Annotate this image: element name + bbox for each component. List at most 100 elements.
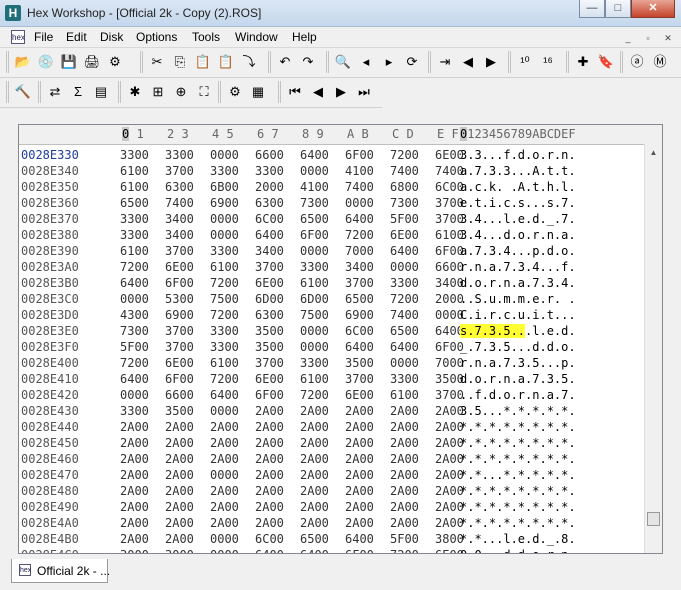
hex-cell[interactable]: 3300 — [300, 260, 329, 274]
hex-cell[interactable]: 2A00 — [210, 436, 239, 450]
hex-cell[interactable]: 6500 — [345, 292, 374, 306]
hex-cell[interactable]: 3400 — [255, 244, 284, 258]
hex-cell[interactable]: 6100 — [300, 276, 329, 290]
hex-cell[interactable]: 2A00 — [390, 484, 419, 498]
hex-row[interactable]: 0028E330 3300 3300 0000 6600 6400 6F00 7200 6E00… — [19, 147, 659, 163]
find-prev-icon[interactable]: ◂ — [356, 52, 376, 72]
hex-cell[interactable]: 3300 — [210, 324, 239, 338]
save-icon[interactable]: 💾 — [59, 52, 79, 72]
hex-cell[interactable]: 6100 — [120, 164, 149, 178]
base-10-icon[interactable]: ¹⁰ — [515, 52, 535, 72]
redo-icon[interactable]: ↷ — [298, 52, 318, 72]
hex-cell[interactable]: 2A00 — [165, 420, 194, 434]
hex-cell[interactable]: 6300 — [255, 308, 284, 322]
hex-cell[interactable]: 2A00 — [210, 500, 239, 514]
hex-cell[interactable]: 2A00 — [120, 420, 149, 434]
hex-row[interactable]: 0028E430 3300 3500 0000 2A00 2A00 2A00 2A00 2A00… — [19, 403, 659, 419]
hex-cell[interactable]: 2A00 — [345, 420, 374, 434]
hex-cell[interactable]: 2A00 — [345, 404, 374, 418]
hex-cell[interactable]: 6400 — [210, 388, 239, 402]
hex-cell[interactable]: 2A00 — [390, 420, 419, 434]
ascii-cell[interactable]: *.*.*.*.*.*.*.*. — [460, 516, 576, 530]
hex-cell[interactable]: 6500 — [300, 212, 329, 226]
hex-cell[interactable]: 6400 — [345, 340, 374, 354]
hex-cell[interactable]: 3300 — [390, 276, 419, 290]
hex-cell[interactable]: 2A00 — [165, 452, 194, 466]
document-icon[interactable]: hex — [11, 30, 25, 44]
hex-cell[interactable]: 0000 — [210, 228, 239, 242]
hex-cell[interactable]: 7400 — [390, 164, 419, 178]
insert-data-icon[interactable]: ⊞ — [148, 82, 168, 102]
hex-cell[interactable]: 6E00 — [390, 228, 419, 242]
hex-cell[interactable]: 6600 — [165, 388, 194, 402]
hex-cell[interactable]: 7500 — [210, 292, 239, 306]
hex-cell[interactable]: 3700 — [255, 260, 284, 274]
hex-cell[interactable]: 0000 — [210, 468, 239, 482]
hex-cell[interactable]: 3700 — [165, 324, 194, 338]
hex-cell[interactable]: 2A00 — [345, 516, 374, 530]
ascii-cell[interactable]: s.7.3.5...l.e.d. — [460, 324, 576, 338]
hex-cell[interactable]: 0000 — [300, 164, 329, 178]
ascii-cell[interactable]: e.t.i.c.s...s.7. — [460, 196, 576, 210]
ascii-cell[interactable]: a.7.3.4...p.d.o. — [460, 244, 576, 258]
hex-cell[interactable]: 6E00 — [345, 388, 374, 402]
hex-cell[interactable]: 0000 — [120, 292, 149, 306]
document-tab[interactable]: hex Official 2k - ... — [11, 559, 110, 583]
ascii-cell[interactable]: *.*...*.*.*.*.*. — [460, 468, 576, 482]
scroll-thumb[interactable] — [647, 512, 660, 526]
open-icon[interactable]: 📂 — [13, 52, 33, 72]
hex-cell[interactable]: 2A00 — [255, 452, 284, 466]
hex-row[interactable]: 0028E4A0 2A00 2A00 2A00 2A00 2A00 2A00 2A00 2A00… — [19, 515, 659, 531]
hex-cell[interactable]: 7200 — [390, 292, 419, 306]
hex-cell[interactable]: 3700 — [165, 164, 194, 178]
hex-cell[interactable]: 6600 — [255, 148, 284, 162]
hex-cell[interactable]: 2A00 — [210, 516, 239, 530]
hex-cell[interactable]: 6400 — [120, 276, 149, 290]
menu-tools[interactable]: Tools — [192, 30, 220, 44]
hex-cell[interactable]: 2A00 — [120, 500, 149, 514]
hex-cell[interactable]: 2A00 — [255, 420, 284, 434]
hex-cell[interactable]: 7400 — [345, 180, 374, 194]
hex-cell[interactable]: 0000 — [300, 244, 329, 258]
hex-cell[interactable]: 2A00 — [345, 468, 374, 482]
replace-icon[interactable]: ⟳ — [402, 52, 422, 72]
hex-row[interactable]: 0028E4C0300030000000640064006F0072006E00… — [19, 547, 659, 553]
print-icon[interactable]: 🖨 — [82, 52, 102, 72]
hex-cell[interactable]: 3300 — [120, 212, 149, 226]
hex-cell[interactable]: 6400 — [300, 548, 329, 553]
hex-cell[interactable]: 3700 — [345, 372, 374, 386]
ascii-cell[interactable]: *.*.*.*.*.*.*.*. — [460, 452, 576, 466]
structure-icon[interactable]: ▤ — [91, 82, 111, 102]
hex-cell[interactable]: 6300 — [165, 180, 194, 194]
hex-row[interactable]: 0028E350 6100 6300 6B00 2000 4100 7400 6800 6C00… — [19, 179, 659, 195]
hex-cell[interactable]: 2A00 — [255, 468, 284, 482]
hex-cell[interactable]: 3000 — [120, 548, 149, 553]
hammer-icon[interactable]: 🔨 — [13, 82, 33, 102]
ascii-cell[interactable]: 3.3...f.d.o.r.n. — [460, 148, 576, 162]
hex-cell[interactable]: 6900 — [165, 308, 194, 322]
ascii-cell[interactable]: *.*.*.*.*.*.*.*. — [460, 420, 576, 434]
hex-cell[interactable]: 2A00 — [165, 436, 194, 450]
hex-row[interactable]: 0028E380 3300 3400 0000 6400 6F00 7200 6E00 6100… — [19, 227, 659, 243]
hex-cell[interactable]: 5F00 — [390, 212, 419, 226]
hex-cell[interactable]: 0000 — [390, 260, 419, 274]
hex-cell[interactable]: 0000 — [210, 212, 239, 226]
hex-cell[interactable]: 6100 — [120, 180, 149, 194]
hex-cell[interactable]: 2A00 — [165, 500, 194, 514]
back-icon[interactable]: ◀ — [308, 82, 328, 102]
hex-cell[interactable]: 6100 — [120, 244, 149, 258]
hex-row[interactable]: 0028E3A0 7200 6E00 6100 3700 3300 3400 0000 6600… — [19, 259, 659, 275]
hex-cell[interactable]: 3400 — [165, 212, 194, 226]
hex-cell[interactable]: 0000 — [345, 196, 374, 210]
hex-cell[interactable]: 7200 — [120, 260, 149, 274]
paste-icon[interactable]: 📋 — [193, 52, 213, 72]
hex-cell[interactable]: 3500 — [255, 340, 284, 354]
hex-cell[interactable]: 6E00 — [165, 260, 194, 274]
hex-cell[interactable]: 7400 — [165, 196, 194, 210]
hex-cell[interactable]: 2A00 — [390, 452, 419, 466]
hex-row[interactable]: 0028E490 2A00 2A00 2A00 2A00 2A00 2A00 2A00 2A00… — [19, 499, 659, 515]
hex-editor[interactable]: 0 1 2 3 4 5 6 7 8 9 A B C D E F 0123456789ABCDEF… — [18, 124, 663, 554]
hex-cell[interactable]: 2A00 — [390, 436, 419, 450]
hex-cell[interactable]: 7400 — [390, 308, 419, 322]
hex-cell[interactable]: 6900 — [345, 308, 374, 322]
